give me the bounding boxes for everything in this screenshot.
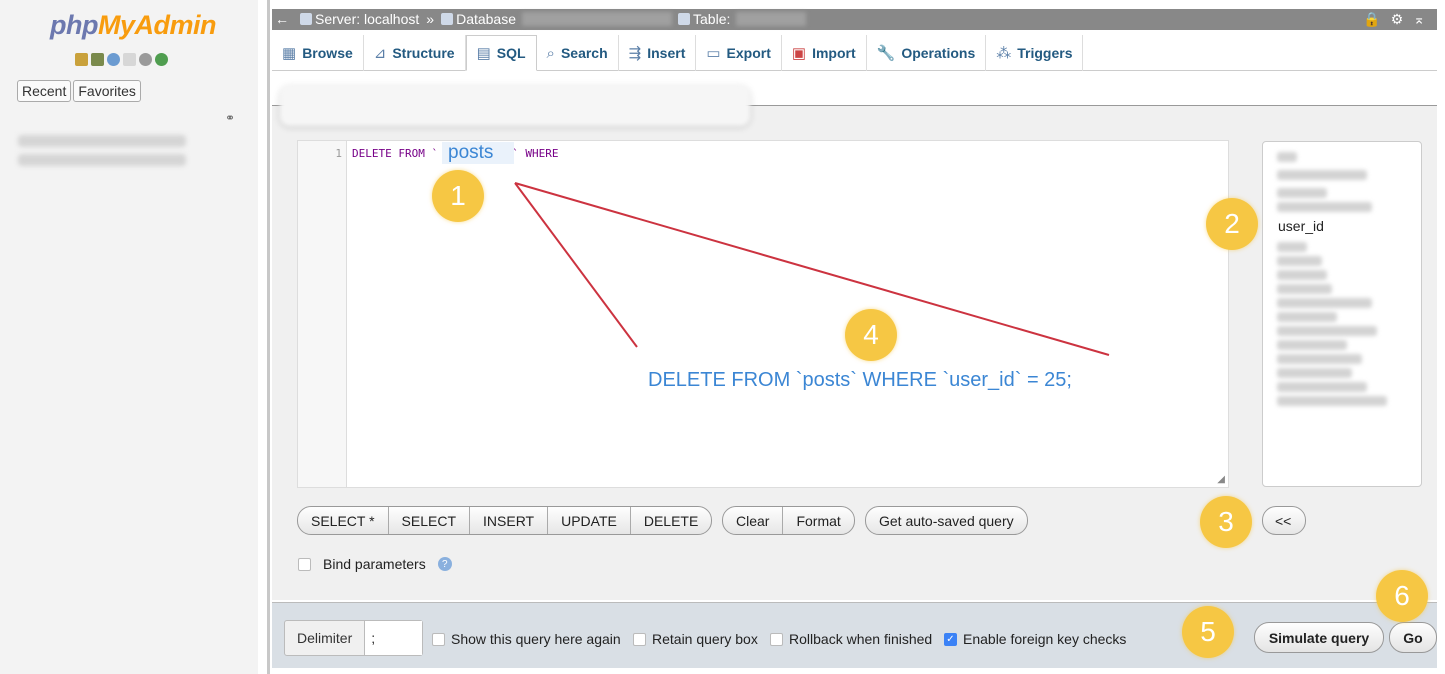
- annotation-lines: [514, 182, 1110, 356]
- annotation-badge-4: 4: [845, 309, 897, 361]
- annotation-final-query: DELETE FROM `posts` WHERE `user_id` = 25…: [648, 369, 1072, 391]
- annotation-line: [514, 182, 1110, 356]
- annotation-line: [514, 182, 638, 348]
- annotation-badge-2: 2: [1206, 198, 1258, 250]
- annotation-badge-3: 3: [1200, 496, 1252, 548]
- annotation-badge-1: 1: [432, 170, 484, 222]
- annotation-badge-5: 5: [1182, 606, 1234, 658]
- annotation-badge-6: 6: [1376, 570, 1428, 622]
